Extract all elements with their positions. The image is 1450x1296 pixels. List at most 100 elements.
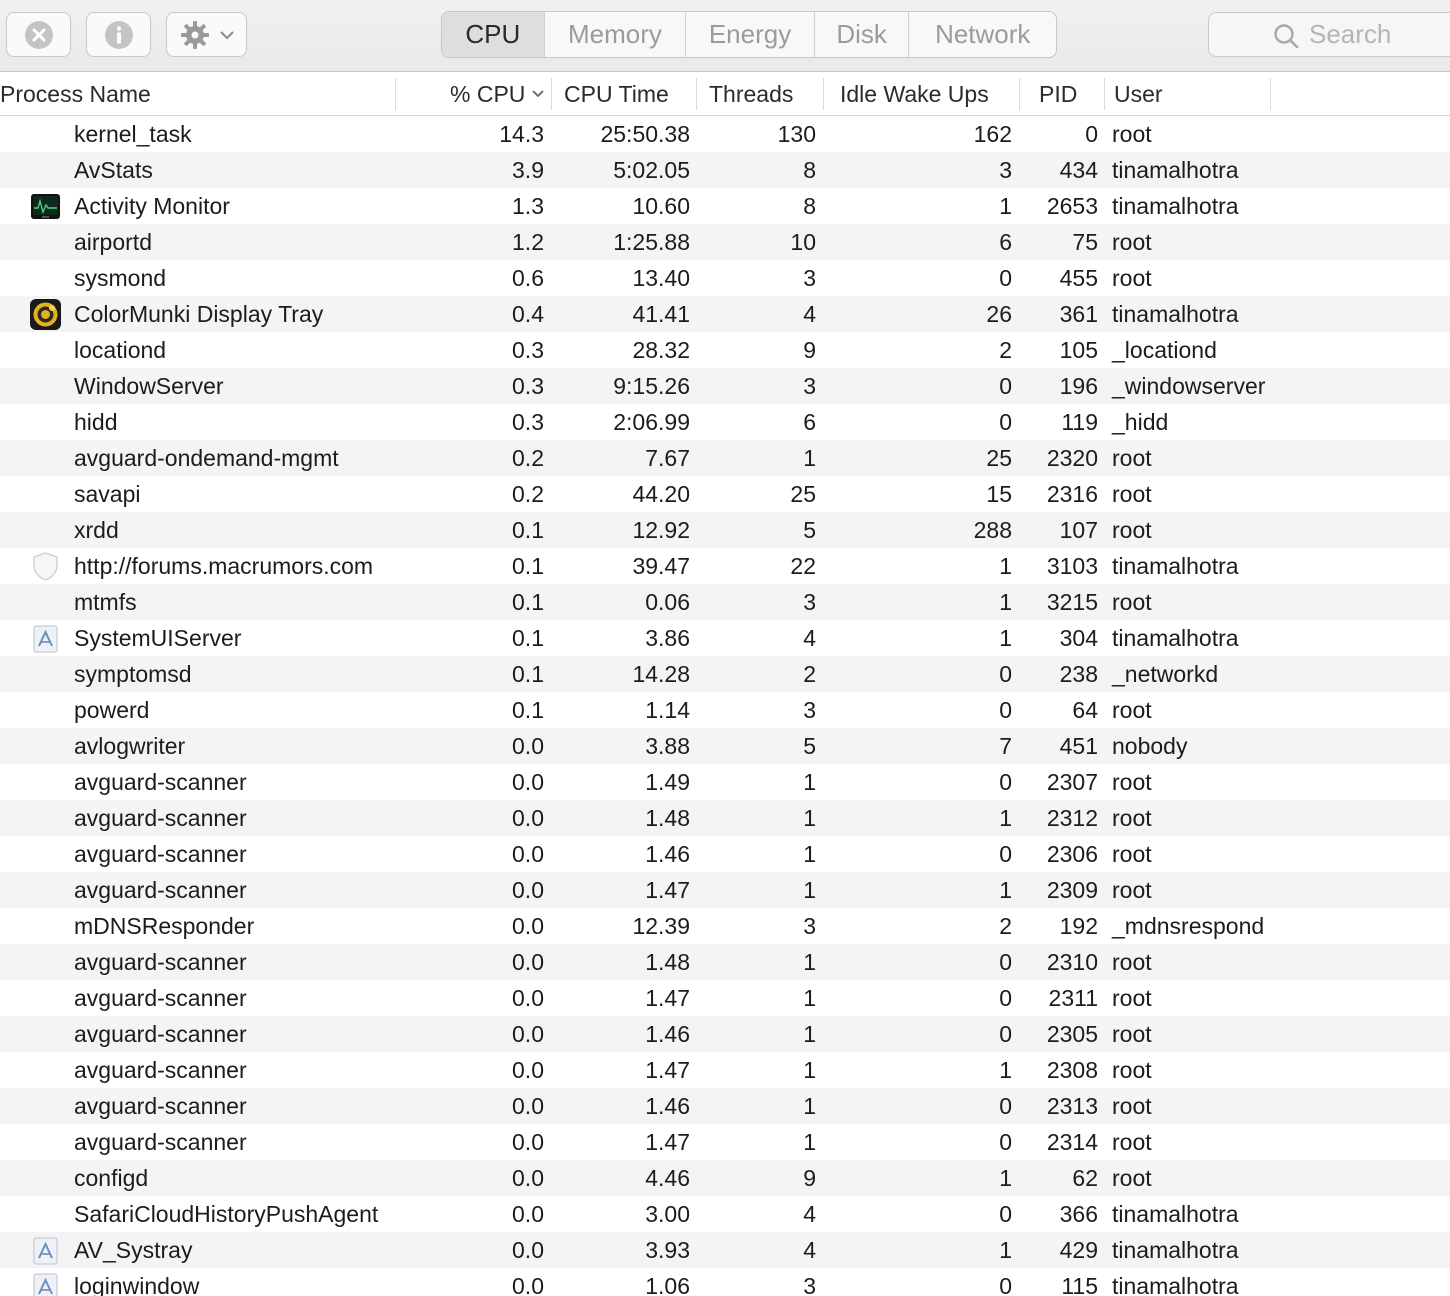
table-row[interactable]: avlogwriter 0.0 3.88 5 7 451 nobody	[0, 728, 1450, 764]
idle-wake-ups-cell: 0	[999, 373, 1012, 399]
table-row[interactable]: avguard-scanner 0.0 1.47 1 0 2311 root	[0, 980, 1450, 1016]
threads-cell: 25	[790, 481, 816, 507]
table-row[interactable]: mDNSResponder 0.0 12.39 3 2 192 _mdnsrespond	[0, 908, 1450, 944]
table-row[interactable]: SafariCloudHistoryPushAgent 0.0 3.00 4 0 366 t…	[0, 1196, 1450, 1232]
cpu-time-cell: 1.48	[645, 805, 690, 831]
table-row[interactable]: avguard-scanner 0.0 1.46 1 0 2306 root	[0, 836, 1450, 872]
cpu-time-cell: 1.47	[645, 1057, 690, 1083]
tab-energy[interactable]: Energy	[686, 12, 815, 57]
user-cell: root	[1112, 1057, 1152, 1083]
process-name-cell: airportd	[74, 229, 152, 255]
cpu-time-cell: 1.46	[645, 1021, 690, 1047]
column-user[interactable]: User	[1114, 72, 1163, 116]
search-icon	[1274, 24, 1299, 49]
process-name-cell: sysmond	[74, 265, 167, 291]
column-cpu[interactable]: % CPU	[450, 72, 545, 116]
idle-wake-ups-cell: 7	[999, 733, 1012, 759]
cpu-cell: 0.0	[512, 949, 544, 975]
table-row[interactable]: configd 0.0 4.46 9 1 62 root	[0, 1160, 1450, 1196]
tab-network[interactable]: Network	[909, 12, 1056, 57]
cpu-time-cell: 3.00	[645, 1201, 690, 1227]
column-threads[interactable]: Threads	[709, 72, 793, 116]
cpu-cell: 0.3	[512, 409, 544, 435]
threads-cell: 8	[803, 193, 816, 219]
x-circle-icon	[24, 20, 53, 49]
table-row[interactable]: AvStats 3.9 5:02.05 8 3 434 tinamalhotra	[0, 152, 1450, 188]
tab-memory[interactable]: Memory	[545, 12, 687, 57]
table-row[interactable]: avguard-ondemand-mgmt 0.2 7.67 1 25 2320 root	[0, 440, 1450, 476]
cpu-cell: 0.1	[512, 697, 544, 723]
cpu-time-cell: 44.20	[632, 481, 690, 507]
pid-cell: 2320	[1046, 445, 1098, 471]
user-cell: tinamalhotra	[1112, 157, 1239, 183]
table-row[interactable]: sysmond 0.6 13.40 3 0 455 root	[0, 260, 1450, 296]
table-row[interactable]: kernel_task 14.3 25:50.38 130 162 0 root	[0, 116, 1450, 152]
table-row[interactable]: avguard-scanner 0.0 1.47 1 0 2314 root	[0, 1124, 1450, 1160]
tab-disk[interactable]: Disk	[815, 12, 910, 57]
process-name-cell: avguard-ondemand-mgmt	[74, 445, 339, 471]
idle-wake-ups-cell: 1	[999, 805, 1012, 831]
column-idle-wake-ups[interactable]: Idle Wake Ups	[840, 72, 989, 116]
column-process-name[interactable]: Process Name	[0, 72, 151, 116]
table-row[interactable]: loginwindow 0.0 1.06 3 0 115 tinamalhotra	[0, 1268, 1450, 1296]
pid-cell: 2312	[1046, 805, 1098, 831]
column-pid[interactable]: PID	[1039, 72, 1077, 116]
table-row[interactable]: avguard-scanner 0.0 1.47 1 1 2308 root	[0, 1052, 1450, 1088]
table-row[interactable]: http://forums.macrumors.com 0.1 39.47 22 1 31…	[0, 548, 1450, 584]
table-row[interactable]: hidd 0.3 2:06.99 6 0 119 _hidd	[0, 404, 1450, 440]
table-row[interactable]: avguard-scanner 0.0 1.49 1 0 2307 root	[0, 764, 1450, 800]
cpu-cell: 0.4	[512, 301, 544, 327]
action-menu-button[interactable]	[166, 12, 247, 57]
table-row[interactable]: savapi 0.2 44.20 25 15 2316 root	[0, 476, 1450, 512]
column-cpu-time[interactable]: CPU Time	[564, 72, 669, 116]
table-row[interactable]: avguard-scanner 0.0 1.46 1 0 2313 root	[0, 1088, 1450, 1124]
cpu-cell: 0.0	[512, 913, 544, 939]
pid-cell: 238	[1059, 661, 1098, 687]
table-row[interactable]: xrdd 0.1 12.92 5 288 107 root	[0, 512, 1450, 548]
pid-cell: 107	[1059, 517, 1098, 543]
threads-cell: 10	[790, 229, 816, 255]
colormunki-icon	[30, 299, 61, 330]
table-row[interactable]: WindowServer 0.3 9:15.26 3 0 196 _windowserver	[0, 368, 1450, 404]
threads-cell: 3	[803, 1273, 816, 1296]
user-cell: _windowserver	[1112, 373, 1266, 399]
user-cell: tinamalhotra	[1112, 1237, 1239, 1263]
process-name-cell: powerd	[74, 697, 150, 723]
table-row[interactable]: symptomsd 0.1 14.28 2 0 238 _networkd	[0, 656, 1450, 692]
table-row[interactable]: powerd 0.1 1.14 3 0 64 root	[0, 692, 1450, 728]
threads-cell: 5	[803, 733, 816, 759]
threads-cell: 1	[803, 985, 816, 1011]
info-button[interactable]	[86, 12, 151, 57]
close-process-button[interactable]	[6, 12, 71, 57]
threads-cell: 9	[803, 337, 816, 363]
cpu-time-cell: 3.88	[645, 733, 690, 759]
threads-cell: 3	[803, 373, 816, 399]
search-field[interactable]	[1208, 12, 1450, 57]
cpu-time-cell: 0.06	[645, 589, 690, 615]
idle-wake-ups-cell: 1	[999, 1057, 1012, 1083]
tab-cpu[interactable]: CPU	[442, 12, 545, 57]
idle-wake-ups-cell: 25	[986, 445, 1012, 471]
idle-wake-ups-cell: 0	[999, 1093, 1012, 1119]
table-row[interactable]: Activity Monitor 1.3 10.60 8 1 2653 tinamalhot…	[0, 188, 1450, 224]
table-row[interactable]: avguard-scanner 0.0 1.48 1 1 2312 root	[0, 800, 1450, 836]
table-row[interactable]: avguard-scanner 0.0 1.48 1 0 2310 root	[0, 944, 1450, 980]
cpu-cell: 0.0	[512, 841, 544, 867]
table-row[interactable]: avguard-scanner 0.0 1.47 1 1 2309 root	[0, 872, 1450, 908]
table-row[interactable]: avguard-scanner 0.0 1.46 1 0 2305 root	[0, 1016, 1450, 1052]
process-name-cell: avguard-scanner	[74, 1057, 247, 1083]
process-name-cell: savapi	[74, 481, 141, 507]
search-input[interactable]	[1309, 19, 1450, 50]
threads-cell: 9	[803, 1165, 816, 1191]
cpu-time-cell: 41.41	[632, 301, 690, 327]
table-row[interactable]: mtmfs 0.1 0.06 3 1 3215 root	[0, 584, 1450, 620]
idle-wake-ups-cell: 162	[973, 121, 1012, 147]
table-row[interactable]: ColorMunki Display Tray 0.4 41.41 4 26 361 tin…	[0, 296, 1450, 332]
cpu-time-cell: 5:02.05	[613, 157, 690, 183]
table-row[interactable]: locationd 0.3 28.32 9 2 105 _locationd	[0, 332, 1450, 368]
table-row[interactable]: AV_Systray 0.0 3.93 4 1 429 tinamalhotra	[0, 1232, 1450, 1268]
idle-wake-ups-cell: 0	[999, 409, 1012, 435]
threads-cell: 1	[803, 949, 816, 975]
table-row[interactable]: SystemUIServer 0.1 3.86 4 1 304 tinamalhotra	[0, 620, 1450, 656]
table-row[interactable]: airportd 1.2 1:25.88 10 6 75 root	[0, 224, 1450, 260]
